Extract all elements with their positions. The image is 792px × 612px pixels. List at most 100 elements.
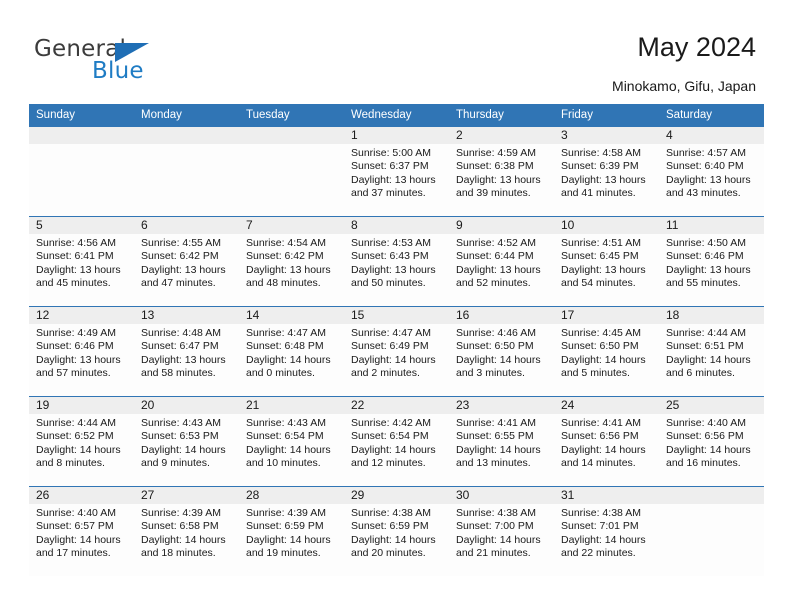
day-cell[interactable]: Sunrise: 4:52 AM Sunset: 6:44 PM Dayligh… (449, 234, 554, 306)
sunset-text: Sunset: 6:42 PM (246, 250, 324, 263)
daylight-text-line1: Daylight: 13 hours (666, 263, 751, 276)
daylight-text-line2: and 47 minutes. (141, 277, 216, 290)
day-cell[interactable]: Sunrise: 4:47 AM Sunset: 6:48 PM Dayligh… (239, 324, 344, 396)
day-cell[interactable]: Sunrise: 4:38 AM Sunset: 6:59 PM Dayligh… (344, 504, 449, 576)
day-cell[interactable]: Sunrise: 4:40 AM Sunset: 6:57 PM Dayligh… (29, 504, 134, 576)
day-cell[interactable]: Sunrise: 4:40 AM Sunset: 6:56 PM Dayligh… (659, 414, 764, 486)
daylight-text-line1: Daylight: 13 hours (141, 353, 226, 366)
daylight-text-line1: Daylight: 14 hours (246, 533, 331, 546)
sunset-text: Sunset: 6:53 PM (141, 430, 219, 443)
sunrise-text: Sunrise: 4:50 AM (666, 237, 746, 249)
daylight-text-line2: and 13 minutes. (456, 457, 531, 470)
day-number: 30 (456, 488, 470, 502)
day-cell[interactable]: Sunrise: 4:38 AM Sunset: 7:01 PM Dayligh… (554, 504, 659, 576)
day-cell[interactable]: Sunrise: 4:57 AM Sunset: 6:40 PM Dayligh… (659, 144, 764, 216)
sunrise-text: Sunrise: 4:54 AM (246, 237, 326, 249)
sunset-text: Sunset: 6:57 PM (36, 520, 114, 533)
sunset-text: Sunset: 6:38 PM (456, 160, 534, 173)
day-cell[interactable]: Sunrise: 4:39 AM Sunset: 6:59 PM Dayligh… (239, 504, 344, 576)
day-cell[interactable]: Sunrise: 4:44 AM Sunset: 6:52 PM Dayligh… (29, 414, 134, 486)
day-cell[interactable]: Sunrise: 4:38 AM Sunset: 7:00 PM Dayligh… (449, 504, 554, 576)
sunrise-text: Sunrise: 4:39 AM (141, 507, 221, 519)
day-cell[interactable]: Sunrise: 4:44 AM Sunset: 6:51 PM Dayligh… (659, 324, 764, 396)
day-cell[interactable]: Sunrise: 5:00 AM Sunset: 6:37 PM Dayligh… (344, 144, 449, 216)
day-number: 13 (141, 308, 155, 322)
sunset-text: Sunset: 7:00 PM (456, 520, 534, 533)
sunrise-text: Sunrise: 4:45 AM (561, 327, 641, 339)
day-cell[interactable]: Sunrise: 4:41 AM Sunset: 6:56 PM Dayligh… (554, 414, 659, 486)
day-cell[interactable]: Sunrise: 4:43 AM Sunset: 6:54 PM Dayligh… (239, 414, 344, 486)
sunrise-text: Sunrise: 4:40 AM (666, 417, 746, 429)
sunrise-text: Sunrise: 4:40 AM (36, 507, 116, 519)
daylight-text-line2: and 8 minutes. (36, 457, 105, 470)
week-detail-row: Sunrise: 4:44 AM Sunset: 6:52 PM Dayligh… (29, 414, 764, 486)
sunrise-text: Sunrise: 4:47 AM (351, 327, 431, 339)
daylight-text-line1: Daylight: 14 hours (456, 533, 541, 546)
day-number: 5 (36, 218, 43, 232)
daylight-text-line1: Daylight: 14 hours (246, 353, 331, 366)
daylight-text-line2: and 5 minutes. (561, 367, 630, 380)
week-detail-row: Sunrise: 4:40 AM Sunset: 6:57 PM Dayligh… (29, 504, 764, 576)
sunset-text: Sunset: 6:40 PM (666, 160, 744, 173)
sunset-text: Sunset: 6:52 PM (36, 430, 114, 443)
sunrise-text: Sunrise: 4:44 AM (666, 327, 746, 339)
day-cell[interactable]: Sunrise: 4:46 AM Sunset: 6:50 PM Dayligh… (449, 324, 554, 396)
sunrise-text: Sunrise: 4:44 AM (36, 417, 116, 429)
weekday-header-row: Sunday Monday Tuesday Wednesday Thursday… (29, 104, 764, 126)
day-cell[interactable] (134, 144, 239, 216)
week-daynumber-strip: 5 6 7 8 9 10 11 (29, 217, 764, 234)
day-number: 24 (561, 398, 575, 412)
daylight-text-line1: Daylight: 13 hours (36, 263, 121, 276)
daylight-text-line1: Daylight: 13 hours (141, 263, 226, 276)
daylight-text-line2: and 0 minutes. (246, 367, 315, 380)
sunrise-text: Sunrise: 4:52 AM (456, 237, 536, 249)
day-cell[interactable]: Sunrise: 4:56 AM Sunset: 6:41 PM Dayligh… (29, 234, 134, 306)
daylight-text-line2: and 20 minutes. (351, 547, 426, 560)
day-cell[interactable] (659, 504, 764, 576)
daylight-text-line1: Daylight: 13 hours (246, 263, 331, 276)
sunset-text: Sunset: 7:01 PM (561, 520, 639, 533)
calendar-week-row: 26 27 28 29 30 31 Sunrise: 4:40 AM Sunse… (29, 486, 764, 576)
daylight-text-line1: Daylight: 13 hours (456, 173, 541, 186)
sunrise-text: Sunrise: 4:55 AM (141, 237, 221, 249)
calendar-week-row: 12 13 14 15 16 17 18 Sunrise: 4:49 AM Su… (29, 306, 764, 396)
day-cell[interactable]: Sunrise: 4:47 AM Sunset: 6:49 PM Dayligh… (344, 324, 449, 396)
day-number (239, 127, 344, 144)
sunrise-text: Sunrise: 4:38 AM (351, 507, 431, 519)
daylight-text-line2: and 2 minutes. (351, 367, 420, 380)
daylight-text-line2: and 43 minutes. (666, 187, 741, 200)
sunset-text: Sunset: 6:56 PM (666, 430, 744, 443)
day-cell[interactable]: Sunrise: 4:42 AM Sunset: 6:54 PM Dayligh… (344, 414, 449, 486)
day-cell[interactable] (29, 144, 134, 216)
day-number: 25 (666, 398, 680, 412)
calendar-grid: Sunday Monday Tuesday Wednesday Thursday… (29, 104, 764, 576)
daylight-text-line1: Daylight: 14 hours (141, 533, 226, 546)
day-cell[interactable]: Sunrise: 4:54 AM Sunset: 6:42 PM Dayligh… (239, 234, 344, 306)
day-cell[interactable]: Sunrise: 4:53 AM Sunset: 6:43 PM Dayligh… (344, 234, 449, 306)
daylight-text-line2: and 14 minutes. (561, 457, 636, 470)
day-cell[interactable]: Sunrise: 4:58 AM Sunset: 6:39 PM Dayligh… (554, 144, 659, 216)
sunset-text: Sunset: 6:37 PM (351, 160, 429, 173)
day-cell[interactable]: Sunrise: 4:50 AM Sunset: 6:46 PM Dayligh… (659, 234, 764, 306)
day-cell[interactable]: Sunrise: 4:49 AM Sunset: 6:46 PM Dayligh… (29, 324, 134, 396)
day-cell[interactable]: Sunrise: 4:45 AM Sunset: 6:50 PM Dayligh… (554, 324, 659, 396)
daylight-text-line1: Daylight: 14 hours (666, 353, 751, 366)
day-cell[interactable]: Sunrise: 4:43 AM Sunset: 6:53 PM Dayligh… (134, 414, 239, 486)
day-cell[interactable]: Sunrise: 4:55 AM Sunset: 6:42 PM Dayligh… (134, 234, 239, 306)
daylight-text-line1: Daylight: 14 hours (561, 533, 646, 546)
day-cell[interactable]: Sunrise: 4:39 AM Sunset: 6:58 PM Dayligh… (134, 504, 239, 576)
daylight-text-line1: Daylight: 14 hours (666, 443, 751, 456)
day-cell[interactable]: Sunrise: 4:51 AM Sunset: 6:45 PM Dayligh… (554, 234, 659, 306)
general-blue-logo[interactable]: General Blue (34, 36, 254, 84)
page-header: General Blue May 2024 Minokamo, Gifu, Ja… (0, 0, 792, 104)
daylight-text-line1: Daylight: 14 hours (36, 533, 121, 546)
day-number: 17 (561, 308, 575, 322)
day-cell[interactable] (239, 144, 344, 216)
sunrise-text: Sunrise: 4:51 AM (561, 237, 641, 249)
day-cell[interactable]: Sunrise: 4:41 AM Sunset: 6:55 PM Dayligh… (449, 414, 554, 486)
daylight-text-line2: and 22 minutes. (561, 547, 636, 560)
daylight-text-line1: Daylight: 14 hours (351, 353, 436, 366)
sunrise-text: Sunrise: 4:41 AM (456, 417, 536, 429)
day-cell[interactable]: Sunrise: 4:59 AM Sunset: 6:38 PM Dayligh… (449, 144, 554, 216)
day-cell[interactable]: Sunrise: 4:48 AM Sunset: 6:47 PM Dayligh… (134, 324, 239, 396)
